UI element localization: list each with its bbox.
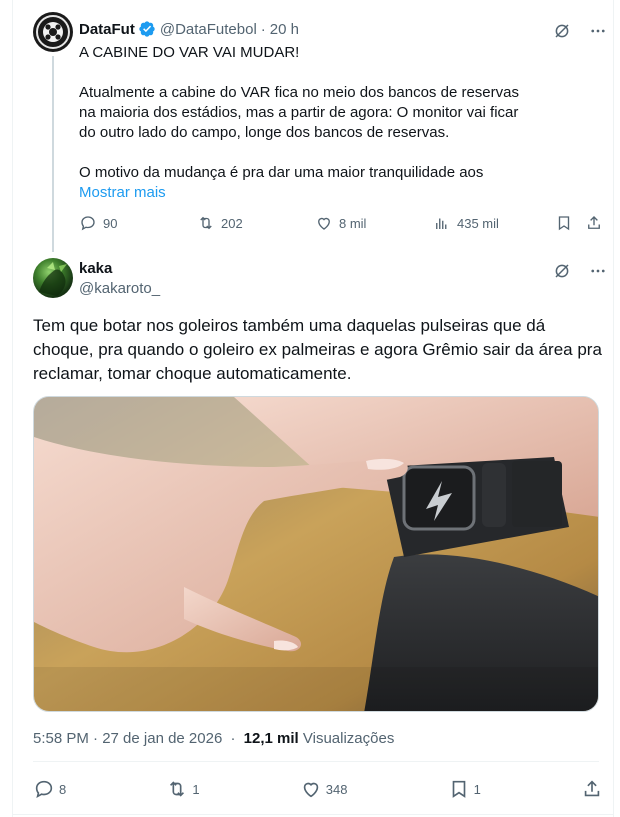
repost-count: 202 [221,215,243,231]
tweet-timestamp[interactable]: 5:58 PM · 27 de jan de 2026 [33,730,222,747]
tweet-actions: 90 202 8 mil 435 mil [79,214,611,232]
views-icon [436,218,447,229]
divider [33,761,599,762]
more-icon[interactable] [589,22,607,45]
repost-icon [170,781,185,797]
verified-badge-icon[interactable] [138,20,156,38]
timeline-frame: DataFut @DataFutebol · 20 h A CABINE DO … [12,0,614,817]
like-icon [318,217,330,230]
reply-count: 8 [59,781,67,797]
like-count: 8 mil [339,215,367,231]
repost-count: 1 [192,781,200,797]
separator-dot: · [260,20,266,38]
tweet-paragraph: A CABINE DO VAR VAI MUDAR! [79,44,300,61]
author-handle[interactable]: @DataFutebol [160,21,257,38]
tweet-time[interactable]: 20 h [270,21,299,38]
like-icon [303,782,318,798]
reply-button[interactable]: 8 [33,778,66,800]
author-handle[interactable]: @kakaroto_ [79,280,160,297]
tweet-paragraph: Atualmente a cabine do VAR fica no meio … [79,84,519,141]
tweet-actions: 8 1 348 1 [33,778,603,800]
reply-count: 90 [103,215,118,231]
share-icon [584,780,600,797]
bookmark-button[interactable] [555,214,585,232]
share-button[interactable] [585,214,607,232]
grok-icon[interactable] [553,262,571,285]
reply-button[interactable]: 90 [79,214,197,232]
wristband-photo-image [34,397,598,711]
tweet-header: DataFut @DataFutebol · 20 h [79,20,299,38]
tweet-paragraph: O motivo da mudança é pra dar uma maior … [79,164,484,181]
like-count: 348 [325,781,348,797]
tweet-meta: 5:58 PM · 27 de jan de 2026 · 12,1 mil V… [33,730,394,747]
avatar[interactable] [33,258,73,298]
views-label: Visualizações [302,730,395,747]
ball-logo-icon [36,15,70,49]
parent-tweet[interactable]: DataFut @DataFutebol · 20 h A CABINE DO … [13,0,613,252]
tweet-text: Tem que botar nos goleiros também uma da… [33,316,602,383]
avatar[interactable] [33,12,73,52]
views-count: 435 mil [457,215,499,231]
reply-icon [35,780,53,798]
like-button[interactable]: 8 mil [315,214,433,232]
bookmark-button[interactable]: 1 [448,778,481,800]
like-button[interactable]: 348 [300,778,348,800]
views-count: 12,1 mil [243,730,299,747]
thread-line [52,56,54,252]
bookmark-icon [452,780,465,798]
bookmark-count: 1 [473,781,481,797]
tweet-top-actions [553,22,607,45]
author-name[interactable]: kaka [79,260,112,277]
show-more-link[interactable]: Mostrar mais [79,183,539,203]
more-icon[interactable] [589,262,607,285]
avatar-image-icon [39,262,67,296]
grok-icon[interactable] [553,22,571,45]
tweet-top-actions [553,262,607,285]
separator-dot: · [230,730,236,747]
views-button[interactable]: 435 mil [433,214,555,232]
repost-icon [200,216,212,230]
repost-button[interactable]: 1 [166,778,200,800]
divider [13,814,613,815]
author-name[interactable]: DataFut [79,21,135,38]
bookmark-icon [558,216,570,231]
share-icon [588,216,600,229]
reply-icon [81,216,95,231]
share-button[interactable] [581,778,603,800]
tweet-text: A CABINE DO VAR VAI MUDAR! Atualmente a … [79,43,539,203]
tweet-photo[interactable] [33,396,599,712]
repost-button[interactable]: 202 [197,214,315,232]
